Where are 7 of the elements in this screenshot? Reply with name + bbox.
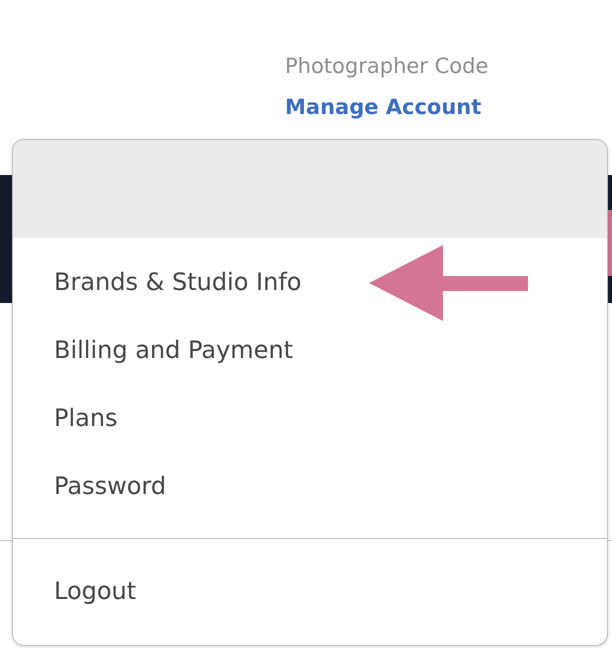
menu-item[interactable]: Logout: [13, 557, 607, 625]
menu-item[interactable]: Plans: [13, 384, 607, 452]
manage-account-link[interactable]: Manage Account: [285, 93, 482, 121]
menu-item[interactable]: Brands & Studio Info: [13, 248, 607, 316]
photographer-code-label: Photographer Code: [285, 53, 488, 80]
menu-item[interactable]: Billing and Payment: [13, 316, 607, 384]
menu-item[interactable]: Password: [13, 452, 607, 520]
